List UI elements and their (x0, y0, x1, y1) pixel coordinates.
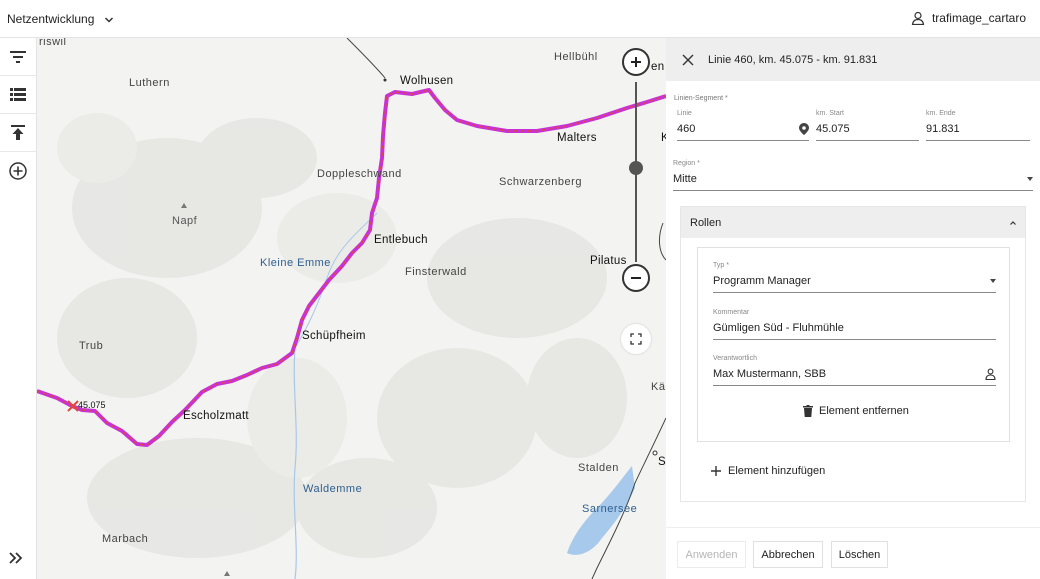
map-base (37, 38, 666, 579)
km-end-label: km. Ende (926, 110, 956, 117)
comment-value: Gümligen Süd - Fluhmühle (713, 322, 844, 334)
user-menu[interactable]: trafimage_cartaro (911, 11, 1026, 25)
responsible-field[interactable]: Verantwortlich Max Mustermann, SBB (713, 355, 996, 386)
filter-button[interactable] (0, 38, 36, 76)
panel-header: Linie 460, km. 45.075 - km. 91.831 (666, 38, 1040, 81)
place-label: Hellbühl (554, 51, 598, 63)
place-label: Marbach (102, 533, 149, 545)
roles-title: Rollen (690, 216, 722, 229)
km-start-field[interactable]: km. Start 45.075 (816, 110, 919, 141)
zoom-out-button[interactable] (622, 264, 650, 292)
fullscreen-button[interactable] (621, 324, 651, 354)
typ-label: Typ * (713, 262, 729, 269)
typ-select[interactable]: Typ * Programm Manager (713, 262, 996, 293)
add-element-button[interactable]: Element hinzufügen (711, 465, 825, 477)
place-label: Finsterwald (405, 266, 467, 278)
responsible-label: Verantwortlich (713, 355, 757, 362)
list-icon (10, 88, 26, 101)
region-value: Mitte (673, 173, 697, 185)
trash-icon (803, 405, 813, 417)
km-end-value: 91.831 (926, 123, 960, 135)
place-label: Entlebuch (374, 234, 428, 246)
topic-menu-button[interactable]: Netzentwicklung (7, 12, 114, 26)
place-label: Trub (79, 340, 104, 352)
double-chevron-right-icon (9, 552, 23, 564)
chevron-up-icon (1010, 220, 1016, 225)
place-label: Luthern (129, 77, 170, 89)
place-label: Doppleschwand (317, 168, 402, 180)
segment-label: Linien-Segment * (674, 95, 728, 102)
add-circle-icon (9, 162, 27, 180)
chevron-down-icon (104, 17, 113, 23)
user-icon (911, 11, 925, 25)
add-button[interactable] (0, 152, 36, 190)
add-element-label: Element hinzufügen (728, 465, 826, 477)
typ-value: Programm Manager (713, 275, 811, 287)
comment-field[interactable]: Kommentar Gümligen Süd - Fluhmühle (713, 309, 996, 340)
remove-element-button[interactable]: Element entfernen (803, 405, 909, 417)
dropdown-caret-icon (990, 279, 996, 283)
place-label: Sarnersee (582, 503, 638, 515)
comment-label: Kommentar (713, 309, 750, 316)
plus-icon (631, 57, 641, 67)
place-label: Stalden (578, 462, 619, 474)
place-label: Schüpfheim (302, 330, 366, 342)
top-bar: Netzentwicklung trafimage_cartaro (0, 0, 1040, 38)
filter-icon (10, 50, 26, 63)
zoom-in-button[interactable] (622, 48, 650, 76)
region-label: Region * (673, 160, 700, 167)
km-marker-label: 45.075 (78, 400, 106, 410)
linie-field[interactable]: Linie 460 (677, 110, 809, 141)
dropdown-caret-icon (1027, 177, 1033, 181)
km-start-label: km. Start (816, 110, 845, 117)
responsible-value: Max Mustermann, SBB (713, 368, 827, 380)
minus-icon (631, 277, 641, 279)
place-label: Schwarzenberg (499, 176, 582, 188)
upload-icon (11, 125, 25, 140)
person-icon[interactable] (985, 368, 996, 380)
plus-icon (711, 466, 721, 476)
place-label: S (658, 456, 666, 468)
linie-value: 460 (677, 123, 696, 135)
place-label: Kleine Emme (260, 257, 331, 269)
close-icon[interactable] (682, 54, 694, 66)
place-label: Escholzmatt (183, 410, 249, 422)
app-title: Netzentwicklung (7, 12, 95, 26)
expand-panel-button[interactable] (9, 551, 23, 569)
zoom-slider-handle[interactable] (629, 161, 643, 176)
zoom-control (622, 48, 650, 298)
left-toolbar (0, 38, 37, 579)
cancel-button[interactable]: Abbrechen (753, 541, 823, 568)
delete-button[interactable]: Löschen (831, 541, 888, 568)
panel-title: Linie 460, km. 45.075 - km. 91.831 (708, 53, 878, 66)
panel-footer: Anwenden Abbrechen Löschen (666, 527, 1040, 579)
km-start-value: 45.075 (816, 123, 850, 135)
role-card: Typ * Programm Manager Kommentar Gümlige… (697, 247, 1010, 442)
region-select[interactable]: Region * Mitte (673, 160, 1033, 191)
remove-element-label: Element entfernen (819, 405, 909, 417)
list-button[interactable] (0, 76, 36, 114)
roles-accordion: Rollen Typ * Programm Manager Kommentar … (680, 206, 1026, 502)
place-label: Napf (172, 215, 198, 227)
linie-label: Linie (677, 110, 692, 117)
apply-button[interactable]: Anwenden (677, 541, 746, 568)
map-view[interactable]: riswil Hellbühl Wolhusen Luthern Malters… (37, 38, 666, 579)
roles-accordion-header[interactable]: Rollen (681, 207, 1025, 238)
edit-panel: Linie 460, km. 45.075 - km. 91.831 Linie… (666, 38, 1040, 579)
place-label: Malters (557, 132, 597, 144)
location-pin-icon[interactable] (799, 123, 809, 135)
upload-button[interactable] (0, 114, 36, 152)
fullscreen-icon (630, 333, 642, 345)
place-label: Kä (651, 381, 666, 393)
km-end-field[interactable]: km. Ende 91.831 (926, 110, 1030, 141)
username: trafimage_cartaro (931, 11, 1026, 25)
place-label: riswil (39, 38, 67, 48)
place-label: Waldemme (303, 483, 363, 495)
place-label: en (651, 61, 665, 73)
place-label: Wolhusen (400, 75, 454, 87)
